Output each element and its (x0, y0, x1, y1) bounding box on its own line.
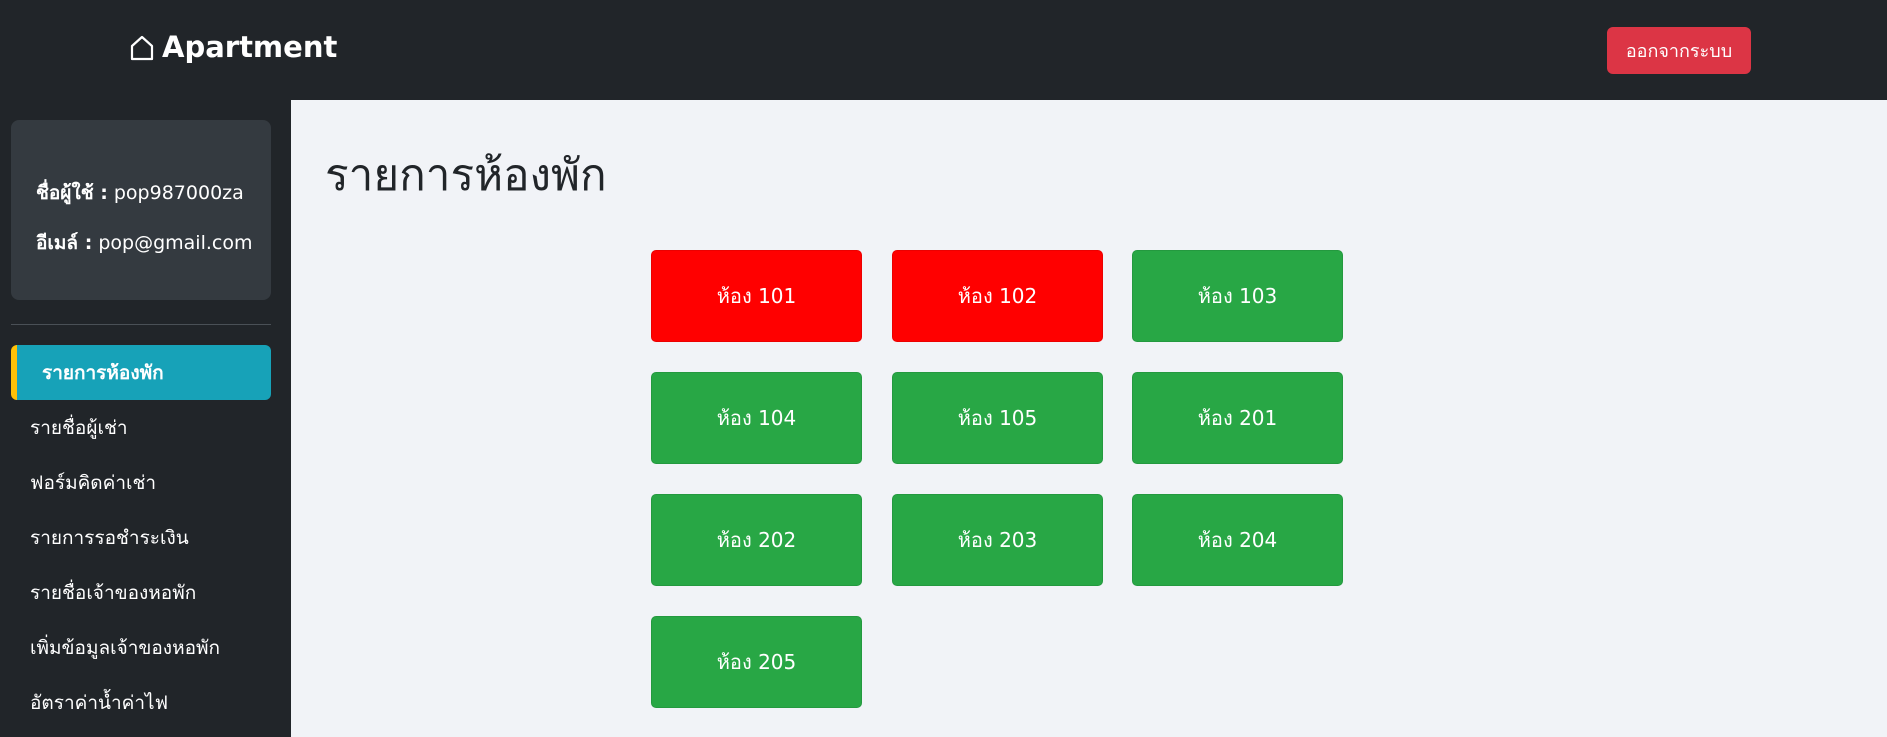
username-label: ชื่อผู้ใช้ : (36, 182, 108, 204)
email-row: อีเมล์ : pop@gmail.com (36, 228, 252, 258)
room-button-204[interactable]: ห้อง 204 (1132, 494, 1343, 586)
room-button-205[interactable]: ห้อง 205 (651, 616, 862, 708)
sidebar: ชื่อผู้ใช้ : pop987000za อีเมล์ : pop@gm… (0, 100, 291, 737)
sidebar-item-label: อัตราค่าน้ำค่าไฟ (30, 691, 169, 714)
room-button-104[interactable]: ห้อง 104 (651, 372, 862, 464)
top-navbar: Apartment ออกจากระบบ (0, 0, 1887, 100)
page-title: รายการห้องพัก (325, 150, 607, 201)
room-button-105[interactable]: ห้อง 105 (892, 372, 1103, 464)
sidebar-divider (11, 324, 271, 325)
sidebar-item-utility-rates[interactable]: อัตราค่าน้ำค่าไฟ (11, 675, 271, 730)
brand-link[interactable]: Apartment (130, 30, 337, 64)
sidebar-item-owner-list[interactable]: รายชื่อเจ้าของหอพัก (11, 565, 271, 620)
sidebar-item-label: รายชื่อผู้เช่า (30, 416, 128, 439)
room-button-203[interactable]: ห้อง 203 (892, 494, 1103, 586)
user-info-card: ชื่อผู้ใช้ : pop987000za อีเมล์ : pop@gm… (11, 120, 271, 300)
sidebar-item-rent-form[interactable]: ฟอร์มคิดค่าเช่า (11, 455, 271, 510)
sidebar-item-label: ฟอร์มคิดค่าเช่า (30, 471, 157, 494)
home-icon (130, 34, 154, 61)
sidebar-item-label: รายการรอชำระเงิน (30, 526, 189, 549)
sidebar-item-label: เพิ่มข้อมูลเจ้าของหอพัก (30, 636, 221, 659)
username-value: pop987000za (113, 182, 244, 204)
sidebar-nav: รายการห้องพัก รายชื่อผู้เช่า ฟอร์มคิดค่า… (11, 345, 271, 730)
brand-title: Apartment (162, 30, 338, 64)
room-button-101[interactable]: ห้อง 101 (651, 250, 862, 342)
room-button-202[interactable]: ห้อง 202 (651, 494, 862, 586)
sidebar-item-tenant-list[interactable]: รายชื่อผู้เช่า (11, 400, 271, 455)
sidebar-item-label: รายชื่อเจ้าของหอพัก (30, 581, 197, 604)
sidebar-item-room-list[interactable]: รายการห้องพัก (11, 345, 271, 400)
main-content: รายการห้องพัก ห้อง 101 ห้อง 102 ห้อง 103… (291, 100, 1887, 737)
logout-button[interactable]: ออกจากระบบ (1607, 27, 1751, 74)
sidebar-item-label: รายการห้องพัก (42, 361, 164, 384)
sidebar-item-pending-payments[interactable]: รายการรอชำระเงิน (11, 510, 271, 565)
username-row: ชื่อผู้ใช้ : pop987000za (36, 178, 244, 208)
email-value: pop@gmail.com (98, 232, 253, 254)
sidebar-item-add-owner[interactable]: เพิ่มข้อมูลเจ้าของหอพัก (11, 620, 271, 675)
room-button-103[interactable]: ห้อง 103 (1132, 250, 1343, 342)
email-label: อีเมล์ : (36, 232, 93, 254)
room-button-102[interactable]: ห้อง 102 (892, 250, 1103, 342)
room-button-201[interactable]: ห้อง 201 (1132, 372, 1343, 464)
